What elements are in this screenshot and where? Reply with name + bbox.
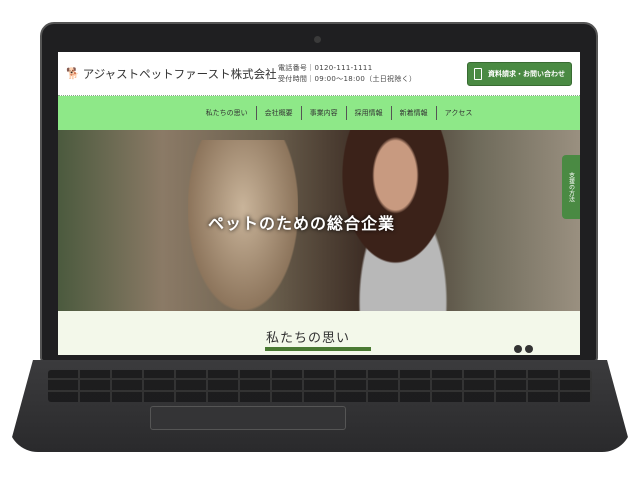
nav-item-recruit[interactable]: 採用情報 [347,106,392,120]
company-logo[interactable]: 🐕 アジャストペットファースト株式会社 [66,66,278,82]
contact-button[interactable]: 資料請求・お問い合わせ [467,61,572,86]
nav-item-philosophy[interactable]: 私たちの思い [198,106,257,120]
philosophy-section: 私たちの思い [58,311,580,355]
nav-item-access[interactable]: アクセス [437,106,481,120]
section-title-underline [265,347,371,351]
keyboard-row-divider [48,378,592,380]
nav-item-news[interactable]: 新着情報 [392,106,437,120]
nav-item-business[interactable]: 事業内容 [302,106,347,120]
nav-item-company[interactable]: 会社概要 [257,106,302,120]
site-header: 🐕 アジャストペットファースト株式会社 電話番号｜0120-111-1111 受… [58,52,580,96]
keyboard [48,370,592,402]
section-title: 私たちの思い [266,331,351,346]
hero-title: ペットのための総合企業 [208,214,396,233]
pet-logo-icon: 🐕 [66,67,80,80]
trackpad [150,406,346,430]
company-name: アジャストペットファースト株式会社 [82,66,277,81]
document-icon [474,67,482,80]
phone-number: 電話番号｜0120-111-1111 [278,63,373,72]
webcam [314,36,321,43]
business-hours: 受付時間｜09:00〜18:00（土日祝除く） [278,74,417,83]
side-tab-support[interactable]: 支援の方法 [562,155,580,219]
contact-info: 電話番号｜0120-111-1111 受付時間｜09:00〜18:00（土日祝除… [278,63,416,85]
website-screen: 🐕 アジャストペットファースト株式会社 電話番号｜0120-111-1111 受… [58,52,580,355]
main-nav: 私たちの思い 会社概要 事業内容 採用情報 新着情報 アクセス [58,96,580,130]
paw-decoration-icon [514,345,533,353]
contact-button-label: 資料請求・お問い合わせ [488,69,565,78]
hero-image: ペットのための総合企業 支援の方法 [58,130,580,311]
keyboard-row-divider [48,390,592,392]
